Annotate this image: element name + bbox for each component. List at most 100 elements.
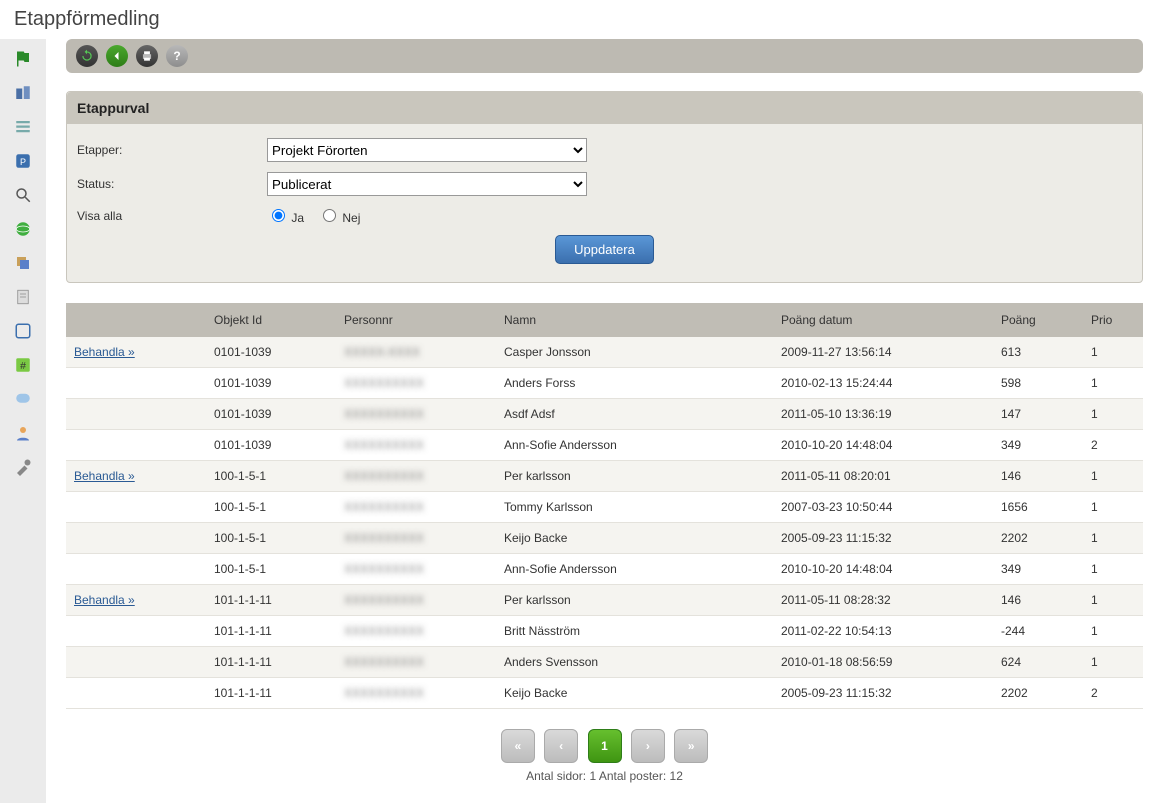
cell-prio: 1 [1083,461,1143,492]
globe-icon[interactable] [9,215,37,243]
cell-poang-datum: 2010-02-13 15:24:44 [773,368,993,399]
cell-poang: 146 [993,585,1083,616]
cell-prio: 1 [1083,554,1143,585]
cell-poang: 146 [993,461,1083,492]
pager-first[interactable]: « [501,729,535,763]
pager: « ‹ 1 › » [66,729,1143,763]
behandla-link[interactable]: Behandla » [74,593,135,607]
table-row: 0101-1039XXXXXXXXXXAnn-Sofie Andersson20… [66,430,1143,461]
col-prio: Prio [1083,303,1143,337]
cell-poang-datum: 2011-02-22 10:54:13 [773,616,993,647]
cell-objekt-id: 0101-1039 [206,337,336,368]
cell-objekt-id: 101-1-1-11 [206,585,336,616]
cell-namn: Anders Forss [496,368,773,399]
cell-namn: Keijo Backe [496,523,773,554]
radio-nej[interactable]: Nej [318,206,360,225]
behandla-link[interactable]: Behandla » [74,469,135,483]
cell-poang-datum: 2011-05-11 08:20:01 [773,461,993,492]
cell-prio: 2 [1083,678,1143,709]
pager-last[interactable]: » [674,729,708,763]
toolbar: ? [66,39,1143,73]
cell-poang: 147 [993,399,1083,430]
cell-poang: -244 [993,616,1083,647]
search-icon[interactable] [9,181,37,209]
hash-icon[interactable]: # [9,351,37,379]
cell-poang: 2202 [993,678,1083,709]
cell-poang-datum: 2009-11-27 13:56:14 [773,337,993,368]
behandla-link[interactable]: Behandla » [74,345,135,359]
table-row: 100-1-5-1XXXXXXXXXXTommy Karlsson2007-03… [66,492,1143,523]
table-row: Behandla »100-1-5-1XXXXXXXXXXPer karlsso… [66,461,1143,492]
cell-prio: 1 [1083,337,1143,368]
cell-namn: Tommy Karlsson [496,492,773,523]
cell-poang-datum: 2010-10-20 14:48:04 [773,430,993,461]
table-row: Behandla »101-1-1-11XXXXXXXXXXPer karlss… [66,585,1143,616]
table-row: Behandla » 0101-1039XXXXX-XXXXCasper Jons… [66,337,1143,368]
pager-page-1[interactable]: 1 [588,729,622,763]
svg-text:#: # [20,360,26,372]
pager-prev[interactable]: ‹ [544,729,578,763]
cell-namn: Anders Svensson [496,647,773,678]
cell-personnr: XXXXXXXXXX [336,523,496,554]
tools-icon[interactable] [9,453,37,481]
cell-poang: 349 [993,430,1083,461]
cell-poang: 2202 [993,523,1083,554]
cell-namn: Casper Jonsson [496,337,773,368]
back-icon[interactable] [106,45,128,67]
radio-ja[interactable]: Ja [267,206,304,225]
help-icon[interactable]: ? [166,45,188,67]
print-icon[interactable] [136,45,158,67]
cell-poang-datum: 2007-03-23 10:50:44 [773,492,993,523]
main-content: ? Etappurval Etapper: Projekt Förorten S… [46,39,1153,803]
table-row: 101-1-1-11XXXXXXXXXXKeijo Backe2005-09-2… [66,678,1143,709]
table-row: 0101-1039XXXXXXXXXXAnders Forss2010-02-1… [66,368,1143,399]
table-row: 101-1-1-11XXXXXXXXXXBritt Näsström2011-0… [66,616,1143,647]
cell-poang-datum: 2011-05-10 13:36:19 [773,399,993,430]
cell-poang: 349 [993,554,1083,585]
left-sidebar: P # [0,39,46,803]
cell-personnr: XXXXXXXXXX [336,368,496,399]
cell-namn: Ann-Sofie Andersson [496,554,773,585]
pager-next[interactable]: › [631,729,665,763]
refresh-icon[interactable] [76,45,98,67]
layers-icon[interactable] [9,249,37,277]
document-icon[interactable] [9,283,37,311]
svg-text:P: P [20,157,26,167]
cell-prio: 2 [1083,430,1143,461]
etapper-select[interactable]: Projekt Förorten [267,138,587,162]
cell-prio: 1 [1083,647,1143,678]
table-row: 0101-1039XXXXXXXXXXAsdf Adsf2011-05-10 1… [66,399,1143,430]
cell-prio: 1 [1083,585,1143,616]
col-personnr: Personnr [336,303,496,337]
cell-objekt-id: 100-1-5-1 [206,523,336,554]
user-icon[interactable] [9,419,37,447]
col-objekt-id: Objekt Id [206,303,336,337]
cell-namn: Per karlsson [496,461,773,492]
update-button[interactable]: Uppdatera [555,235,654,264]
filter-panel: Etappurval Etapper: Projekt Förorten Sta… [66,91,1143,283]
col-poang: Poäng [993,303,1083,337]
pager-info: Antal sidor: 1 Antal poster: 12 [66,769,1143,783]
expand-icon[interactable] [9,317,37,345]
buildings-icon[interactable] [9,79,37,107]
status-select[interactable]: Publicerat [267,172,587,196]
cell-personnr: XXXXXXXXXX [336,492,496,523]
etapper-label: Etapper: [77,143,267,157]
cell-poang-datum: 2010-01-18 08:56:59 [773,647,993,678]
cell-personnr: XXXXXXXXXX [336,647,496,678]
cell-namn: Keijo Backe [496,678,773,709]
cell-poang: 1656 [993,492,1083,523]
cell-namn: Ann-Sofie Andersson [496,430,773,461]
visa-alla-label: Visa alla [77,209,267,223]
cell-objekt-id: 100-1-5-1 [206,554,336,585]
cell-personnr: XXXXX-XXXX [336,337,496,368]
flag-icon[interactable] [9,45,37,73]
parking-icon[interactable]: P [9,147,37,175]
list-icon[interactable] [9,113,37,141]
cell-prio: 1 [1083,399,1143,430]
cell-poang-datum: 2010-10-20 14:48:04 [773,554,993,585]
cell-namn: Asdf Adsf [496,399,773,430]
table-row: 101-1-1-11XXXXXXXXXXAnders Svensson2010-… [66,647,1143,678]
table-row: 100-1-5-1XXXXXXXXXXKeijo Backe2005-09-23… [66,523,1143,554]
chat-icon[interactable] [9,385,37,413]
